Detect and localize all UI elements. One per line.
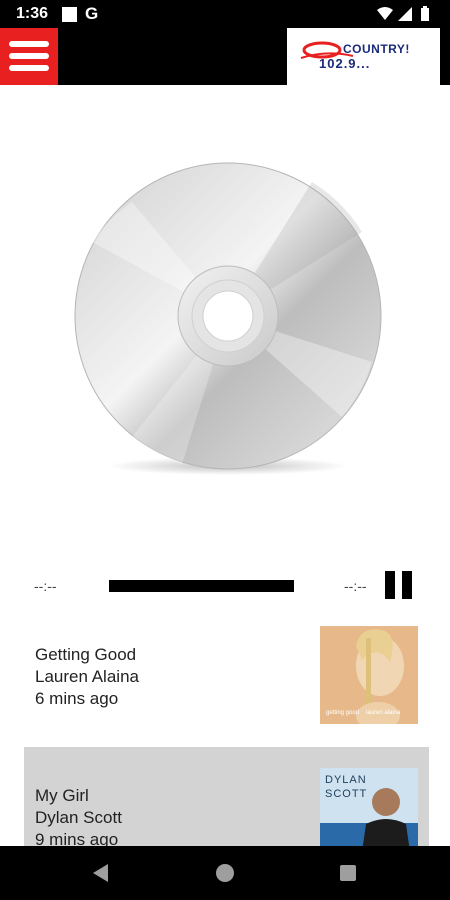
battery-icon [421, 6, 429, 21]
track-artist: Lauren Alaina [35, 667, 139, 686]
system-nav-bar [0, 846, 450, 900]
elapsed-time: --:-- [34, 578, 57, 594]
progress-bar[interactable] [109, 580, 294, 592]
track-time-ago: 6 mins ago [35, 689, 119, 708]
menu-button[interactable] [0, 28, 58, 85]
wifi-icon [377, 7, 393, 20]
home-icon[interactable] [216, 864, 234, 882]
status-bar: 1:36 G [0, 0, 450, 28]
track-info: Getting Good Lauren Alaina 6 mins ago [35, 644, 139, 710]
app-screen: 1:36 G COUNTRY! 102.9... --:-- --:-- Get… [0, 0, 450, 900]
remaining-time: --:-- [344, 578, 367, 594]
google-icon: G [85, 4, 99, 23]
track-title: Getting Good [35, 645, 137, 664]
track-artist: Dylan Scott [35, 808, 122, 827]
notification-square-icon [62, 7, 77, 22]
track-info: My Girl Dylan Scott 9 mins ago [35, 785, 122, 851]
back-icon[interactable] [93, 864, 108, 882]
cover-caption: lauren alaina [366, 710, 401, 716]
app-header: COUNTRY! 102.9... [0, 28, 450, 85]
cover-title: DYLAN [325, 774, 367, 786]
cover-caption: getting good [326, 710, 360, 716]
track-item[interactable]: My Girl Dylan Scott 9 mins ago DYLAN SCO… [24, 747, 429, 866]
album-cover: getting good lauren alaina [320, 626, 418, 724]
logo-text: COUNTRY! [343, 42, 410, 56]
station-logo: COUNTRY! 102.9... [287, 28, 440, 85]
cover-title: SCOTT [325, 788, 368, 800]
recents-icon[interactable] [340, 865, 356, 881]
status-time: 1:36 [16, 5, 49, 22]
disc-artwork [72, 162, 384, 480]
status-icons [377, 6, 429, 21]
track-title: My Girl [35, 786, 89, 805]
pause-button[interactable] [385, 571, 413, 599]
logo-frequency: 102.9... [319, 56, 371, 71]
signal-icon [398, 7, 412, 21]
track-item[interactable]: Getting Good Lauren Alaina 6 mins ago ge… [24, 622, 429, 730]
